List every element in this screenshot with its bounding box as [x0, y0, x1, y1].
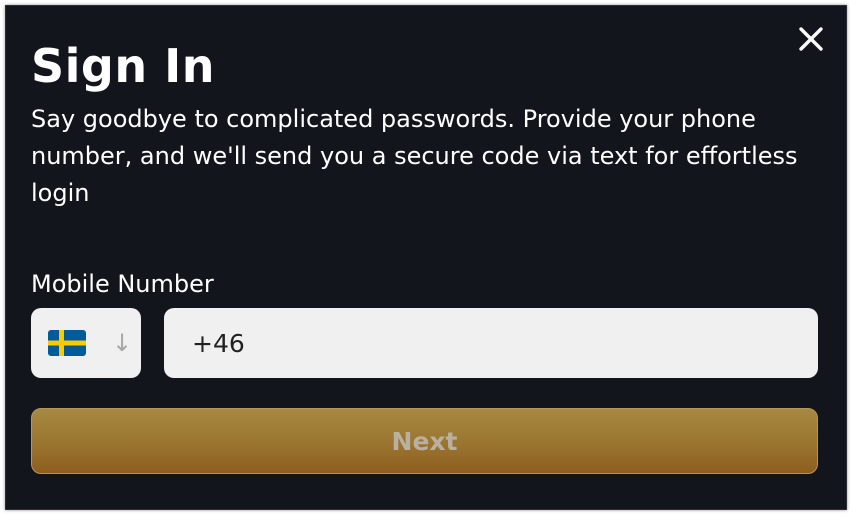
subtitle-text: Say goodbye to complicated passwords. Pr… — [31, 105, 798, 207]
mobile-number-label: Mobile Number — [31, 270, 214, 298]
close-icon — [799, 27, 823, 51]
page-title: Sign In — [31, 39, 215, 93]
country-code-select[interactable]: ↓ — [31, 308, 141, 378]
phone-number-input[interactable] — [164, 308, 818, 378]
chevron-down-icon: ↓ — [112, 329, 133, 357]
sweden-flag-icon — [48, 330, 86, 356]
sign-in-dialog: Sign In Say goodbye to complicated passw… — [5, 5, 847, 510]
screen: Sign In Say goodbye to complicated passw… — [0, 0, 856, 520]
close-button[interactable] — [794, 22, 828, 56]
next-button[interactable]: Next — [31, 408, 818, 474]
